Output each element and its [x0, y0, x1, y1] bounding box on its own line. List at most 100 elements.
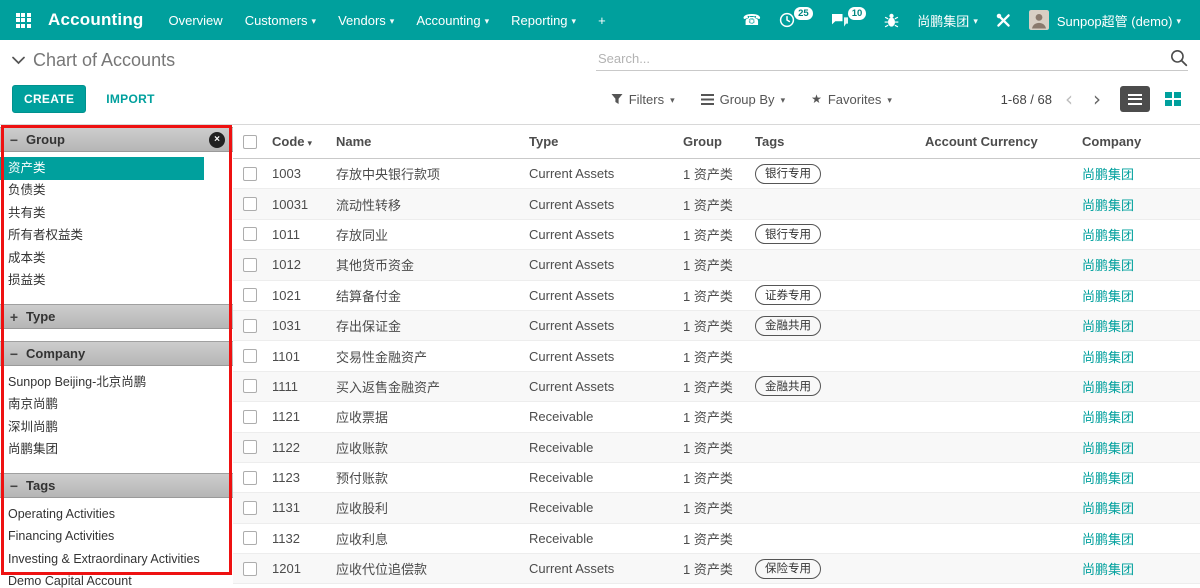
messages-button[interactable]: 10 [822, 0, 876, 40]
nav-menu-accounting[interactable]: Accounting ▾ [405, 0, 500, 40]
table-row[interactable]: 1031 存出保证金 Current Assets 1 资产类 金融共用 尚鹏集… [233, 311, 1200, 341]
row-checkbox[interactable] [243, 319, 257, 333]
cell-name: 交易性金融资产 [331, 347, 524, 366]
sidebar-section-header[interactable]: − Group × [0, 127, 233, 152]
nav-menu-quick-add[interactable]: + [587, 0, 617, 40]
table-row[interactable]: 1012 其他货币资金 Current Assets 1 资产类 尚鹏集团 [233, 250, 1200, 280]
filters-menu[interactable]: Filters ▾ [611, 92, 675, 107]
row-checkbox[interactable] [243, 471, 257, 485]
row-checkbox[interactable] [243, 410, 257, 424]
table-row[interactable]: 1111 买入返售金融资产 Current Assets 1 资产类 金融共用 … [233, 372, 1200, 402]
row-checkbox[interactable] [243, 349, 257, 363]
row-checkbox[interactable] [243, 501, 257, 515]
table-row[interactable]: 1122 应收账款 Receivable 1 资产类 尚鹏集团 [233, 433, 1200, 463]
import-button[interactable]: IMPORT [100, 91, 160, 107]
company-switcher[interactable]: 尚鹏集团 ▾ [908, 0, 987, 40]
phone-button[interactable]: ☎ [733, 0, 770, 40]
cell-tags: 金融共用 [750, 316, 920, 336]
table-row[interactable]: 1132 应收利息 Receivable 1 资产类 尚鹏集团 [233, 524, 1200, 554]
filter-item[interactable]: Investing & Extraordinary Activities [0, 548, 233, 571]
table-row[interactable]: 1201 应收代位追偿款 Current Assets 1 资产类 保险专用 尚… [233, 554, 1200, 584]
debug-button[interactable] [875, 0, 908, 40]
collapse-toggle-icon[interactable]: − [9, 346, 19, 362]
filter-item[interactable]: 负债类 [0, 180, 233, 203]
cell-code: 1003 [267, 166, 331, 181]
nav-menu-vendors[interactable]: Vendors ▾ [327, 0, 405, 40]
filter-item[interactable]: 南京尚鹏 [0, 394, 233, 417]
row-checkbox[interactable] [243, 379, 257, 393]
pager-range: 1-68 / 68 [1001, 92, 1052, 107]
sidebar-section-header[interactable]: + Type [0, 304, 233, 329]
nav-menu-overview[interactable]: Overview [158, 0, 234, 40]
list-view-button[interactable] [1120, 86, 1150, 112]
cell-company: 尚鹏集团 [1077, 468, 1200, 487]
collapse-toggle-icon[interactable]: + [9, 309, 19, 325]
cell-company: 尚鹏集团 [1077, 438, 1200, 457]
chat-icon [831, 13, 849, 28]
row-checkbox[interactable] [243, 562, 257, 576]
row-checkbox[interactable] [243, 258, 257, 272]
cell-name: 结算备付金 [331, 286, 524, 305]
cell-company: 尚鹏集团 [1077, 347, 1200, 366]
table-row[interactable]: 1021 结算备付金 Current Assets 1 资产类 证券专用 尚鹏集… [233, 281, 1200, 311]
table-row[interactable]: 1131 应收股利 Receivable 1 资产类 尚鹏集团 [233, 493, 1200, 523]
cell-name: 应收账款 [331, 438, 524, 457]
group-by-menu[interactable]: Group By ▾ [701, 92, 785, 107]
collapse-toggle-icon[interactable]: − [9, 132, 19, 148]
filter-item[interactable]: 成本类 [0, 247, 233, 270]
column-header-tags[interactable]: Tags [750, 134, 920, 149]
column-header-account-currency[interactable]: Account Currency [920, 134, 1077, 149]
pager-next-button[interactable]: › [1086, 89, 1108, 109]
table-row[interactable]: 1123 预付账款 Receivable 1 资产类 尚鹏集团 [233, 463, 1200, 493]
cell-type: Current Assets [524, 288, 678, 303]
sidebar-section-header[interactable]: − Tags [0, 473, 233, 498]
tools-button[interactable] [987, 0, 1020, 40]
apps-menu-button[interactable] [6, 0, 40, 40]
column-header-code[interactable]: Code▾ [267, 134, 331, 149]
cell-code: 1122 [267, 440, 331, 455]
row-checkbox[interactable] [243, 531, 257, 545]
breadcrumb-toggle[interactable] [12, 56, 25, 65]
table-row[interactable]: 1121 应收票据 Receivable 1 资产类 尚鹏集团 [233, 402, 1200, 432]
select-all-checkbox[interactable] [243, 135, 257, 149]
activities-button[interactable]: 25 [770, 0, 822, 40]
favorites-menu[interactable]: ★ Favorites ▾ [811, 92, 892, 107]
table-row[interactable]: 1101 交易性金融资产 Current Assets 1 资产类 尚鹏集团 [233, 341, 1200, 371]
user-menu[interactable]: Sunpop超管 (demo) ▾ [1020, 0, 1190, 40]
filter-item[interactable]: 资产类 [0, 157, 204, 180]
filter-item[interactable]: Financing Activities [0, 526, 233, 549]
nav-menu-reporting[interactable]: Reporting ▾ [500, 0, 587, 40]
filter-item[interactable]: 共有类 [0, 202, 233, 225]
nav-menu-customers[interactable]: Customers ▾ [234, 0, 327, 40]
kanban-view-button[interactable] [1158, 86, 1188, 112]
column-header-type[interactable]: Type [524, 134, 678, 149]
row-checkbox[interactable] [243, 440, 257, 454]
filter-item[interactable]: Demo Capital Account [0, 571, 233, 588]
close-icon[interactable]: × [209, 132, 225, 148]
table-row[interactable]: 1011 存放同业 Current Assets 1 资产类 银行专用 尚鹏集团 [233, 220, 1200, 250]
table-row[interactable]: 1003 存放中央银行款项 Current Assets 1 资产类 银行专用 … [233, 159, 1200, 189]
filter-item[interactable]: 深圳尚鹏 [0, 416, 233, 439]
search-input[interactable] [596, 50, 1170, 67]
create-button[interactable]: CREATE [12, 85, 86, 113]
table-row[interactable]: 10031 流动性转移 Current Assets 1 资产类 尚鹏集团 [233, 189, 1200, 219]
row-checkbox[interactable] [243, 227, 257, 241]
pager-prev-button[interactable]: ‹ [1058, 89, 1080, 109]
cell-name: 应收利息 [331, 529, 524, 548]
filter-item[interactable]: Operating Activities [0, 503, 233, 526]
filter-item[interactable]: 所有者权益类 [0, 225, 233, 248]
column-header-company[interactable]: Company [1077, 134, 1200, 149]
column-header-name[interactable]: Name [331, 134, 524, 149]
row-checkbox[interactable] [243, 197, 257, 211]
row-checkbox[interactable] [243, 167, 257, 181]
collapse-toggle-icon[interactable]: − [9, 478, 19, 494]
column-header-group[interactable]: Group [678, 134, 750, 149]
filter-item[interactable]: Sunpop Beijing-北京尚鹏 [0, 371, 233, 394]
row-checkbox[interactable] [243, 288, 257, 302]
filter-item[interactable]: 尚鹏集团 [0, 439, 233, 462]
sidebar-section-header[interactable]: − Company [0, 341, 233, 366]
search-button[interactable] [1170, 49, 1188, 67]
cell-type: Current Assets [524, 379, 678, 394]
filter-item[interactable]: 损益类 [0, 270, 233, 293]
list-view-icon [1128, 94, 1142, 105]
